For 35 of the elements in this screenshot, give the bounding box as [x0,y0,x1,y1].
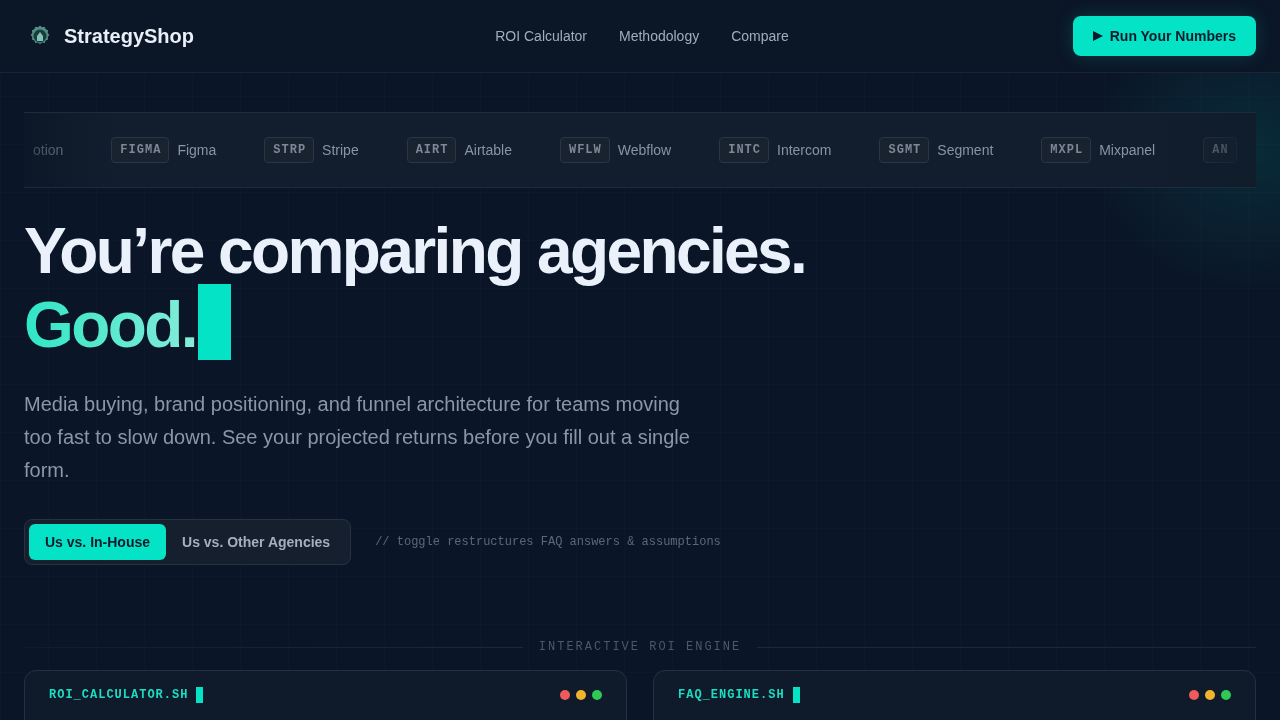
tool-name: Airtable [464,142,512,158]
window-dots-icon [560,690,602,700]
brand-name[interactable]: StrategyShop [64,24,195,48]
nav-link[interactable]: Compare [731,28,789,44]
nav-link[interactable]: Methodology [619,28,700,44]
window-dots-icon [1189,690,1231,700]
toggle-option[interactable]: Us vs. Other Agencies [166,524,347,560]
headline: You’re comparing agencies. [24,215,806,287]
tool-code: AN [1203,137,1237,163]
tool-code: STRP [264,137,315,163]
tool-name: Figma [177,142,217,158]
toggle-note: // toggle restructures FAQ answers & assumptions [375,535,721,549]
hero-description: Media buying, brand positioning, and funnel architecture for teams moving too fast to slow down. See your projected returns before you fill out a single form. [24,392,691,483]
nav-link[interactable]: ROI Calculator [495,28,587,44]
section-label: INTERACTIVE ROI ENGINE [538,640,742,654]
panel-title: FAQ_ENGINE.SH [678,688,785,702]
block-cursor-icon [196,687,204,703]
tool-name: Webflow [617,142,672,158]
tool-name: Mixpanel [1099,142,1156,158]
tool-code: AIRT [406,137,457,163]
tool-name: otion [33,142,64,158]
tool-code: WFLW [559,137,610,163]
panel-title: ROI_CALCULATOR.SH [49,688,189,702]
block-cursor-icon [792,687,800,703]
tool-code: INTC [719,137,769,163]
tool-code: SGMT [879,137,930,163]
tool-name: Segment [937,142,994,158]
run-numbers-button[interactable]: Run Your Numbers [1072,16,1256,56]
tool-name: Stripe [322,142,359,158]
tool-code: FIGMA [111,137,170,163]
play-icon [1092,31,1103,41]
block-cursor-icon [197,284,231,360]
toggle-option[interactable]: Us vs. In-House [29,524,167,560]
tool-name: Intercom [777,142,832,158]
tool-code: MXPL [1041,137,1092,163]
